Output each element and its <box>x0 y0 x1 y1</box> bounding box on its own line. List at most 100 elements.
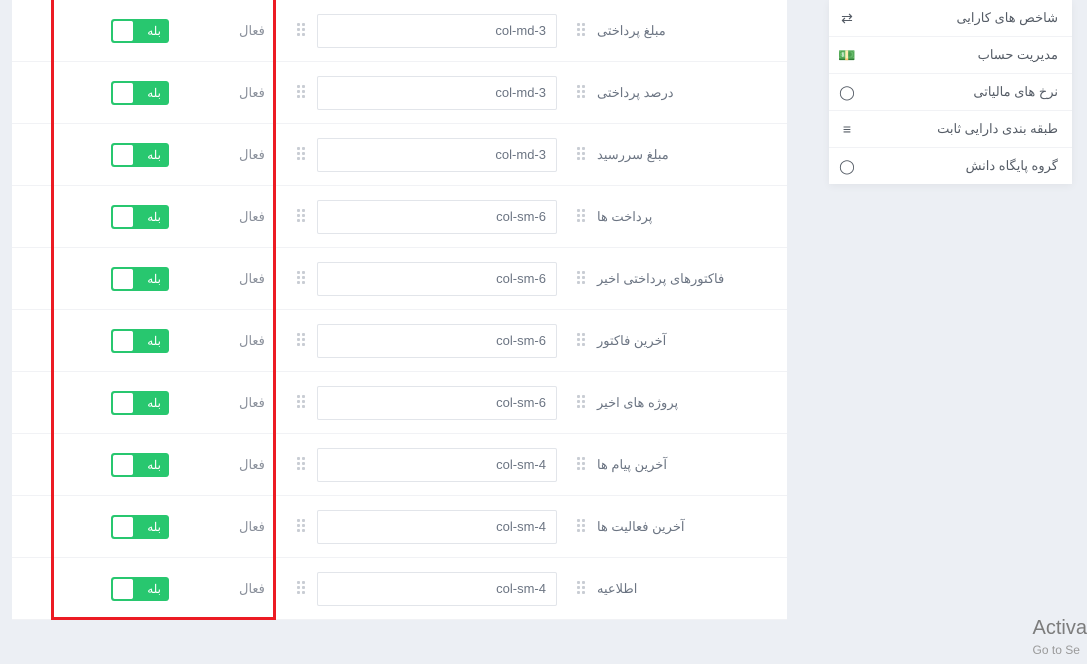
toggle-on-label: بله <box>147 458 161 472</box>
active-toggle[interactable]: بله <box>111 81 169 105</box>
drag-handle-icon[interactable] <box>575 23 585 39</box>
row-title: آخرین پیام ها <box>597 457 667 473</box>
toggle-knob <box>113 517 133 537</box>
row-title: آخرین فعالیت ها <box>597 519 684 535</box>
row-title: مبلغ پرداختی <box>597 23 666 39</box>
status-label: فعال <box>239 395 269 411</box>
status-label: فعال <box>239 457 269 473</box>
active-toggle[interactable]: بله <box>111 143 169 167</box>
toggle-on-label: بله <box>147 520 161 534</box>
toggle-knob <box>113 331 133 351</box>
active-toggle[interactable]: بله <box>111 391 169 415</box>
toggle-knob <box>113 579 133 599</box>
row-title: درصد پرداختی <box>597 85 674 101</box>
drag-handle-icon[interactable] <box>295 271 305 287</box>
toggle-on-label: بله <box>147 582 161 596</box>
widget-settings-table: مبلغ پرداختی فعال بله درصد پرداختی فعال <box>12 0 787 620</box>
row-title: اطلاعیه <box>597 581 637 597</box>
active-toggle[interactable]: بله <box>111 577 169 601</box>
drag-handle-icon[interactable] <box>295 519 305 535</box>
drag-handle-icon[interactable] <box>575 147 585 163</box>
column-class-input[interactable] <box>317 572 557 606</box>
sidebar-item-label: گروه پایگاه دانش <box>865 158 1058 174</box>
status-label: فعال <box>239 271 269 287</box>
table-row: آخرین فعالیت ها فعال بله <box>12 496 787 558</box>
toggle-on-label: بله <box>147 210 161 224</box>
drag-handle-icon[interactable] <box>575 395 585 411</box>
status-label: فعال <box>239 85 269 101</box>
column-class-input[interactable] <box>317 138 557 172</box>
column-class-input[interactable] <box>317 448 557 482</box>
sidebar-item-label: مدیریت حساب <box>865 47 1058 63</box>
status-label: فعال <box>239 333 269 349</box>
drag-handle-icon[interactable] <box>295 395 305 411</box>
status-label: فعال <box>239 209 269 225</box>
column-class-input[interactable] <box>317 386 557 420</box>
column-class-input[interactable] <box>317 76 557 110</box>
row-title: پرداخت ها <box>597 209 652 225</box>
table-row: آخرین پیام ها فعال بله <box>12 434 787 496</box>
drag-handle-icon[interactable] <box>295 209 305 225</box>
circle-icon: ◯ <box>839 84 855 100</box>
drag-handle-icon[interactable] <box>295 333 305 349</box>
row-title: مبلغ سررسید <box>597 147 669 163</box>
windows-activation-watermark: Activa Go to Se <box>1033 615 1087 658</box>
sidebar-item-fixed-asset-class[interactable]: طبقه بندی دارایی ثابت ≡ <box>829 111 1072 148</box>
column-class-input[interactable] <box>317 200 557 234</box>
watermark-line2: Go to Se <box>1033 642 1087 658</box>
table-row: پرداخت ها فعال بله <box>12 186 787 248</box>
toggle-on-label: بله <box>147 396 161 410</box>
toggle-on-label: بله <box>147 86 161 100</box>
status-label: فعال <box>239 23 269 39</box>
column-class-input[interactable] <box>317 14 557 48</box>
sidebar-item-tax-rates[interactable]: نرخ های مالیاتی ◯ <box>829 74 1072 111</box>
drag-handle-icon[interactable] <box>295 23 305 39</box>
toggle-knob <box>113 455 133 475</box>
drag-handle-icon[interactable] <box>295 457 305 473</box>
toggle-knob <box>113 21 133 41</box>
status-label: فعال <box>239 519 269 535</box>
toggle-knob <box>113 83 133 103</box>
column-class-input[interactable] <box>317 262 557 296</box>
drag-handle-icon[interactable] <box>575 457 585 473</box>
active-toggle[interactable]: بله <box>111 19 169 43</box>
toggle-knob <box>113 393 133 413</box>
active-toggle[interactable]: بله <box>111 329 169 353</box>
active-toggle[interactable]: بله <box>111 267 169 291</box>
sidebar-item-account-mgmt[interactable]: مدیریت حساب 💵 <box>829 37 1072 74</box>
table-row: درصد پرداختی فعال بله <box>12 62 787 124</box>
table-row: اطلاعیه فعال بله <box>12 558 787 620</box>
drag-handle-icon[interactable] <box>575 519 585 535</box>
drag-handle-icon[interactable] <box>295 581 305 597</box>
drag-handle-icon[interactable] <box>295 85 305 101</box>
active-toggle[interactable]: بله <box>111 205 169 229</box>
drag-handle-icon[interactable] <box>575 333 585 349</box>
sidebar-item-label: شاخص های کارایی <box>865 10 1058 26</box>
sidebar-item-kpi[interactable]: شاخص های کارایی ⇄ <box>829 0 1072 37</box>
status-label: فعال <box>239 147 269 163</box>
drag-handle-icon[interactable] <box>575 271 585 287</box>
table-row: مبلغ پرداختی فعال بله <box>12 0 787 62</box>
random-icon: ⇄ <box>839 10 855 26</box>
toggle-on-label: بله <box>147 272 161 286</box>
drag-handle-icon[interactable] <box>575 85 585 101</box>
row-title: آخرین فاکتور <box>597 333 666 349</box>
table-row: آخرین فاکتور فعال بله <box>12 310 787 372</box>
table-row: پروژه های اخیر فعال بله <box>12 372 787 434</box>
active-toggle[interactable]: بله <box>111 453 169 477</box>
table-row: فاکتورهای پرداختی اخیر فعال بله <box>12 248 787 310</box>
circle-icon: ◯ <box>839 158 855 174</box>
drag-handle-icon[interactable] <box>575 581 585 597</box>
table-row: مبلغ سررسید فعال بله <box>12 124 787 186</box>
drag-handle-icon[interactable] <box>575 209 585 225</box>
sidebar-item-label: طبقه بندی دارایی ثابت <box>865 121 1058 137</box>
watermark-line1: Activa <box>1033 615 1087 642</box>
drag-handle-icon[interactable] <box>295 147 305 163</box>
toggle-knob <box>113 145 133 165</box>
toggle-knob <box>113 207 133 227</box>
sidebar-item-kb-group[interactable]: گروه پایگاه دانش ◯ <box>829 148 1072 184</box>
money-icon: 💵 <box>839 47 855 63</box>
column-class-input[interactable] <box>317 324 557 358</box>
column-class-input[interactable] <box>317 510 557 544</box>
active-toggle[interactable]: بله <box>111 515 169 539</box>
